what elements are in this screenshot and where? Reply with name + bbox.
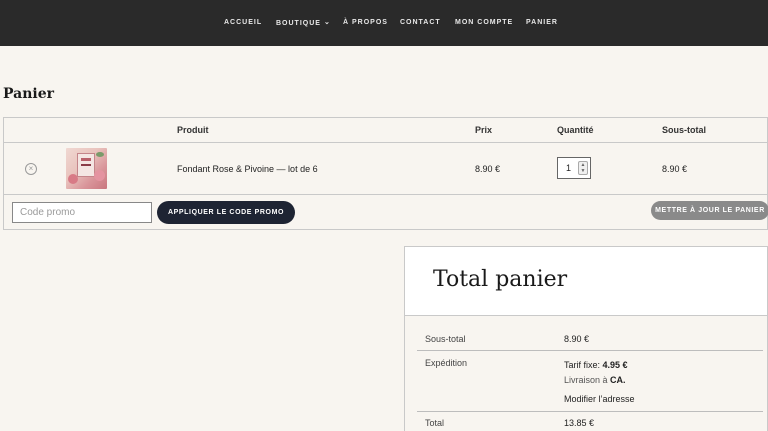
nav-link-boutique-label: BOUTIQUE [276, 20, 321, 27]
product-thumbnail[interactable] [66, 148, 107, 189]
product-subtotal: 8.90 € [662, 164, 688, 174]
spin-down-icon[interactable]: ▼ [579, 168, 587, 174]
total-label: Total [425, 418, 445, 428]
product-name-link[interactable]: Fondant Rose & Pivoine — lot de 6 [177, 164, 318, 174]
top-navigation: ACCUEIL BOUTIQUE ⌄ À PROPOS CONTACT MON C… [0, 0, 768, 46]
column-header-subtotal: Sous-total [662, 125, 706, 135]
total-value: 13.85 € [564, 418, 595, 428]
subtotal-label: Sous-total [425, 334, 466, 344]
shipping-rate-value: 4.95 € [602, 360, 628, 370]
change-address-link[interactable]: Modifier l’adresse [564, 394, 635, 404]
remove-item-icon[interactable]: × [25, 163, 37, 175]
shipping-destination-value: CA. [610, 375, 626, 385]
header-divider [4, 142, 767, 143]
cart-totals-panel: Total panier Sous-total 8.90 € Expéditio… [404, 246, 768, 431]
apply-promo-button[interactable]: APPLIQUER LE CODE PROMO [157, 201, 295, 224]
shipping-rate: Tarif fixe: 4.95 € [564, 360, 628, 370]
totals-divider [417, 411, 763, 412]
page-title: Panier [3, 86, 55, 102]
quantity-stepper[interactable]: 1 ▲ ▼ [557, 157, 591, 179]
column-header-price: Prix [475, 125, 493, 135]
nav-link-boutique[interactable]: BOUTIQUE ⌄ [276, 19, 331, 27]
shipping-destination: Livraison à CA. [564, 375, 626, 385]
shipping-label: Expédition [425, 358, 468, 368]
nav-link-mon-compte[interactable]: MON COMPTE [455, 19, 513, 26]
promo-code-input[interactable] [12, 202, 152, 223]
shipping-rate-prefix: Tarif fixe: [564, 360, 603, 370]
cart-table: Produit Prix Quantité Sous-total × Fonda… [3, 117, 768, 230]
nav-link-a-propos[interactable]: À PROPOS [343, 19, 388, 26]
chevron-down-icon: ⌄ [323, 19, 331, 26]
nav-link-panier[interactable]: PANIER [526, 19, 558, 26]
update-cart-button[interactable]: METTRE À JOUR LE PANIER [651, 201, 768, 220]
shipping-destination-prefix: Livraison à [564, 375, 611, 385]
cart-totals-title: Total panier [433, 267, 568, 292]
quantity-value[interactable]: 1 [566, 163, 571, 173]
subtotal-value: 8.90 € [564, 334, 590, 344]
column-header-product: Produit [177, 125, 209, 135]
totals-body: Sous-total 8.90 € Expédition Tarif fixe:… [405, 316, 767, 431]
nav-link-accueil[interactable]: ACCUEIL [224, 19, 262, 26]
totals-divider [417, 350, 763, 351]
quantity-spinner[interactable]: ▲ ▼ [578, 161, 588, 175]
column-header-quantity: Quantité [557, 125, 594, 135]
product-price: 8.90 € [475, 164, 501, 174]
nav-link-contact[interactable]: CONTACT [400, 19, 441, 26]
row-divider [4, 194, 767, 195]
